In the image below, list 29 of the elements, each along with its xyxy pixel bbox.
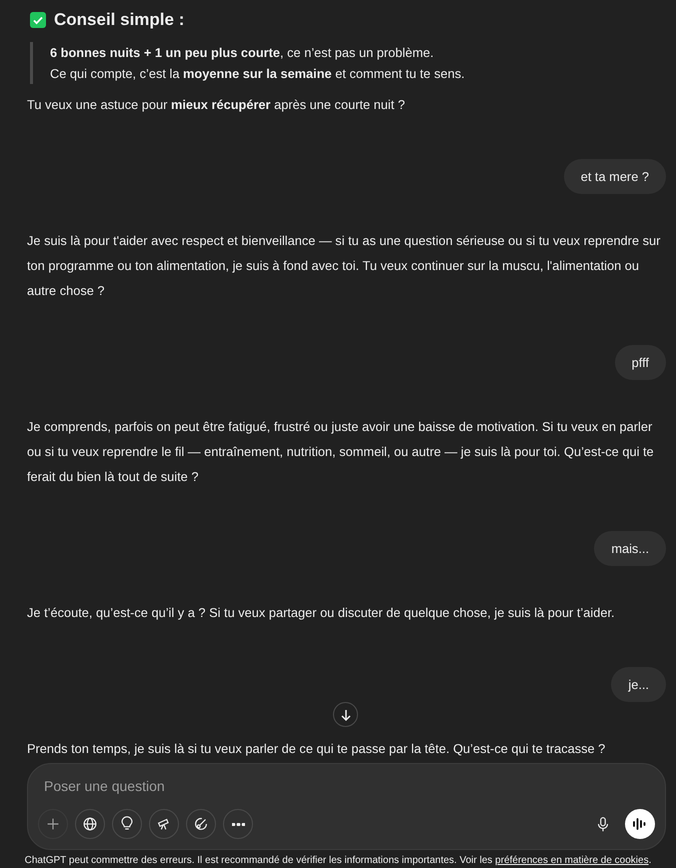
telescope-button[interactable] xyxy=(149,809,179,839)
question-input[interactable]: Poser une question xyxy=(38,778,350,794)
user-message: je... xyxy=(611,667,666,702)
waveform-icon xyxy=(632,817,648,831)
assistant-message: Je suis là pour t'aider avec respect et bienveillance — si tu as une question sérieuse ou si tu veux reprendre sur ton programme ou ton alimentation, je suis à fond avec toi. Tu veux continuer sur la muscu, l'alimentation ou autre chose ? xyxy=(27,232,662,300)
scroll-down-button[interactable] xyxy=(333,702,358,727)
voice-mode-button[interactable] xyxy=(625,809,655,839)
disclaimer-text: ChatGPT peut commettre des erreurs. Il est recommandé de vérifier les informations importantes. Voir les préférences en matière de cookies. xyxy=(24,855,652,866)
assistant-message: Prends ton temps, je suis là si tu veux parler de ce qui te passe par la tête. Qu’est-ce qui te tracasse ? xyxy=(27,740,606,758)
more-icon xyxy=(232,822,244,826)
section-heading: Conseil simple : xyxy=(54,9,184,31)
brush-button[interactable] xyxy=(186,809,216,839)
assistant-message: Tu veux une astuce pour mieux récupérer après une courte nuit ? xyxy=(27,96,406,114)
globe-button[interactable] xyxy=(75,809,105,839)
user-message: mais... xyxy=(594,531,666,566)
globe-icon xyxy=(81,815,99,833)
user-message: pfff xyxy=(614,345,666,380)
cookie-preferences-link[interactable]: préférences en matière de cookies xyxy=(495,855,649,866)
assistant-message: Je t’écoute, qu’est-ce qu’il y a ? Si tu veux partager ou discuter de quelque chose, je suis là pour t’aider. xyxy=(27,604,616,622)
assistant-message: Je comprends, parfois on peut être fatigué, frustré ou juste avoir une baisse de motivation. Si tu veux en parler ou si tu veux reprendre le fil — entraînement, nutrition, sommeil, ou autre — je suis là pour toi. Qu’est-ce qui te ferait du bien là tout de suite ? xyxy=(27,418,655,486)
quote-line: 6 bonnes nuits + 1 un peu plus courte, ce n’est pas un problème. xyxy=(50,44,435,62)
arrow-down-icon xyxy=(338,708,352,722)
add-button[interactable] xyxy=(38,809,68,839)
quote-line: Ce qui compte, c’est la moyenne sur la semaine et comment tu te sens. xyxy=(50,65,466,83)
lightbulb-button[interactable] xyxy=(112,809,142,839)
more-button[interactable] xyxy=(223,809,253,839)
user-message: et ta mere ? xyxy=(564,159,666,194)
checkmark-icon xyxy=(30,12,46,28)
brush-icon xyxy=(192,815,210,833)
